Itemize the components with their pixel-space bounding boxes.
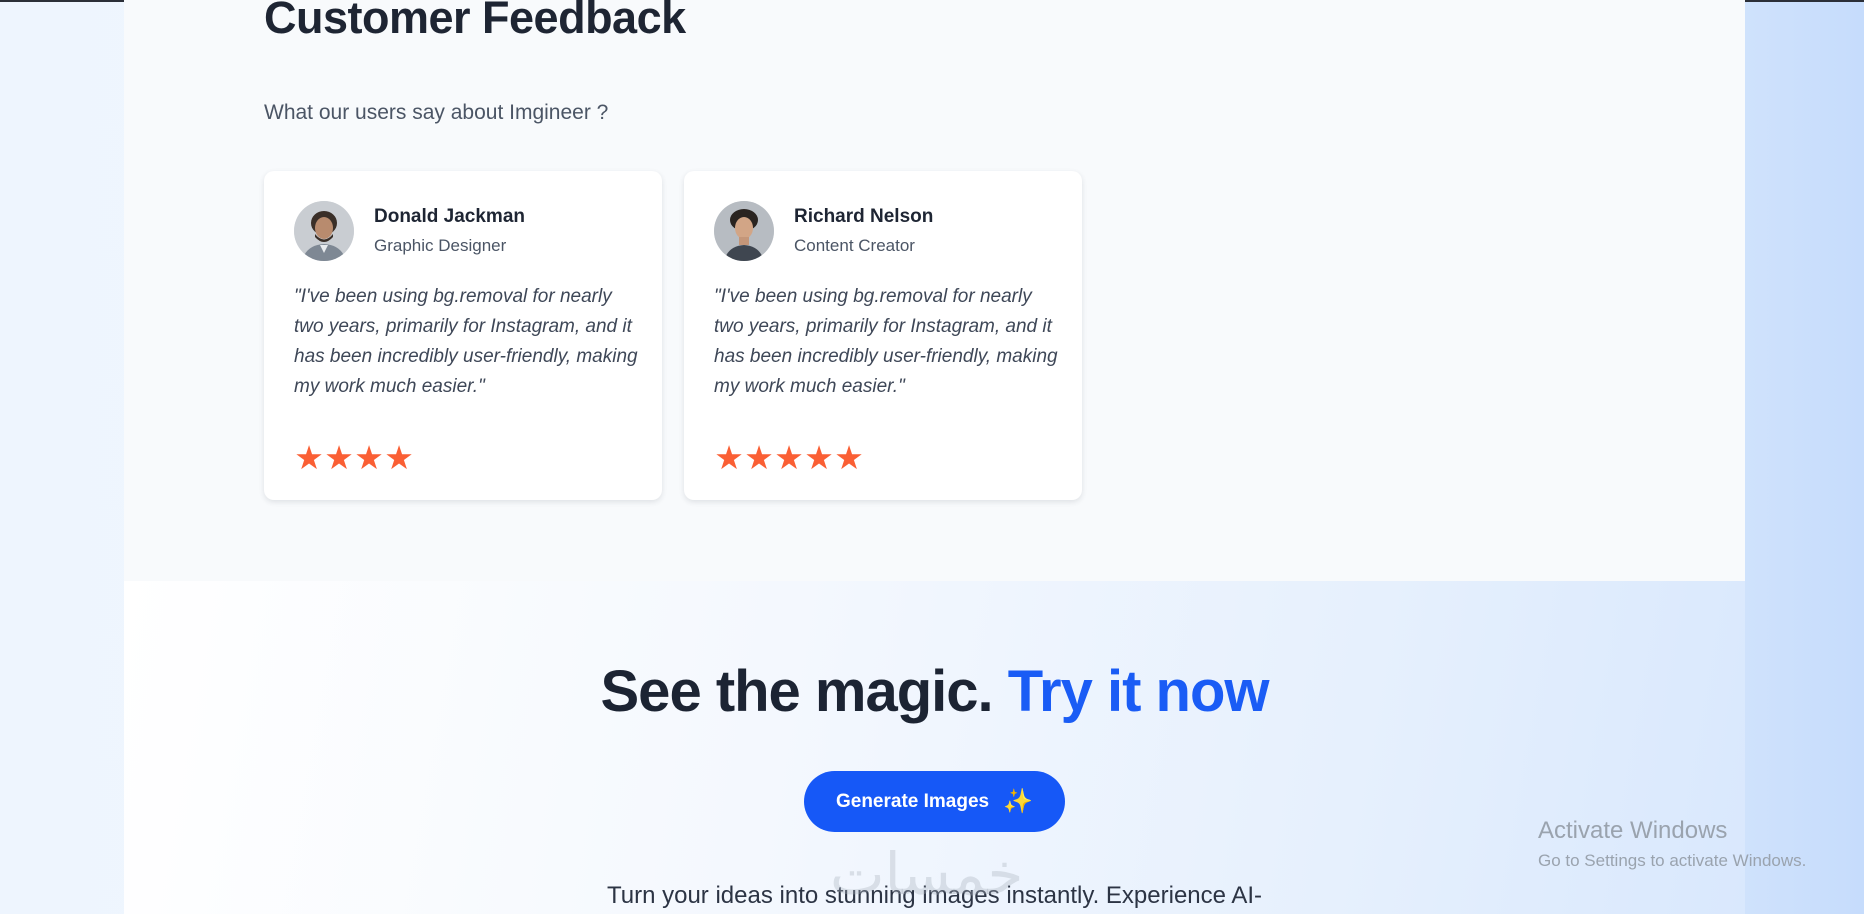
reviewer-role: Content Creator (794, 236, 915, 255)
reviewer-name: Richard Nelson (794, 206, 934, 227)
generate-images-label: Generate Images (835, 790, 990, 812)
windows-activation-watermark: Activate Windows Go to Settings to activ… (1538, 817, 1806, 871)
testimonial-card: Richard Nelson Content Creator "I've bee… (684, 171, 1082, 500)
generate-images-button[interactable]: Generate Images ✨ (804, 771, 1065, 832)
star-icon: ★ (774, 439, 804, 476)
cta-headline-highlight: Try it now (1007, 659, 1270, 724)
star-icon: ★ (714, 439, 744, 476)
star-icon: ★ (804, 439, 834, 476)
section-title: Customer Feedback (264, 0, 686, 43)
cta-headline-main: See the magic. (600, 659, 994, 724)
star-icon: ★ (744, 439, 774, 476)
section-subtitle: What our users say about Imgineer ? (264, 101, 609, 124)
avatar (714, 201, 774, 261)
star-rating: ★ ★ ★ ★ (294, 441, 414, 474)
star-icon: ★ (324, 439, 354, 476)
activate-windows-hint: Go to Settings to activate Windows. (1538, 851, 1807, 870)
star-icon: ★ (834, 439, 864, 476)
reviewer-name: Donald Jackman (374, 206, 525, 227)
avatar (294, 201, 354, 261)
star-icon: ★ (354, 439, 384, 476)
testimonial-quote: "I've been using bg.removal for nearly t… (294, 286, 638, 397)
sparkles-icon: ✨ (1003, 787, 1034, 815)
star-icon: ★ (384, 439, 414, 476)
testimonial-card: Donald Jackman Graphic Designer "I've be… (264, 171, 662, 500)
activate-windows-title: Activate Windows (1538, 817, 1728, 844)
page-content: Customer Feedback What our users say abo… (124, 0, 1745, 914)
star-icon: ★ (294, 439, 324, 476)
star-rating: ★ ★ ★ ★ ★ (714, 441, 864, 474)
cta-headline: See the magic. Try it now (124, 658, 1745, 725)
customer-feedback-section: Customer Feedback What our users say abo… (124, 0, 1745, 581)
reviewer-role: Graphic Designer (374, 236, 507, 255)
testimonial-quote: "I've been using bg.removal for nearly t… (714, 286, 1058, 397)
khamsat-watermark: خمسات (830, 840, 1024, 908)
